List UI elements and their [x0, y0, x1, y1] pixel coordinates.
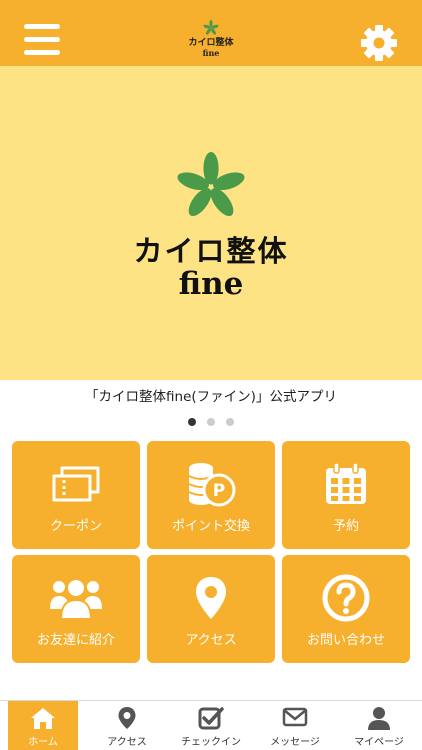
tile-refer-friend[interactable]: お友達に紹介 — [12, 555, 140, 663]
tab-message[interactable]: メッセージ — [260, 701, 330, 750]
header-logo-subtitle: fine — [202, 48, 220, 58]
tile-reservation-label: 予約 — [332, 519, 359, 534]
carousel-dot-3[interactable] — [226, 418, 235, 426]
ticket-icon — [12, 457, 140, 511]
tab-checkin-label: チェックイン — [181, 737, 241, 748]
app-caption: 「カイロ整体fine(ファイン)」公式アプリ — [85, 389, 337, 405]
leaf-logo-icon — [177, 152, 245, 217]
person-icon — [344, 701, 414, 733]
hamburger-menu-icon[interactable] — [24, 24, 60, 56]
question-icon — [282, 571, 410, 625]
tab-home-label: ホーム — [28, 737, 58, 748]
hero-title: カイロ整体 — [133, 234, 289, 268]
tile-contact[interactable]: お問い合わせ — [282, 555, 410, 663]
tile-points[interactable]: P ポイント交換 — [147, 441, 275, 549]
calendar-icon — [282, 457, 410, 511]
carousel-dots[interactable] — [0, 411, 422, 430]
map-pin-icon — [92, 701, 162, 733]
tab-message-label: メッセージ — [270, 737, 320, 748]
svg-text:P: P — [213, 481, 225, 501]
coins-icon: P — [147, 457, 275, 511]
leaf-logo-icon — [203, 20, 219, 35]
tab-mypage[interactable]: マイページ — [344, 701, 414, 750]
carousel-dot-2[interactable] — [207, 418, 215, 426]
tab-home[interactable]: ホーム — [8, 701, 78, 750]
home-icon — [8, 701, 78, 733]
app-header: カイロ整体 fine — [0, 0, 422, 66]
carousel-dot-1[interactable] — [187, 418, 196, 426]
map-pin-icon — [147, 571, 275, 625]
tile-refer-friend-label: お友達に紹介 — [36, 633, 115, 648]
hero-banner[interactable]: カイロ整体 fine — [0, 66, 422, 380]
checkbox-icon — [176, 701, 246, 733]
tab-checkin[interactable]: チェックイン — [176, 701, 246, 750]
tab-mypage-label: マイページ — [354, 737, 404, 748]
bottom-tab-bar: ホーム アクセス チェックイン メッセージ マイページ — [0, 700, 422, 750]
tab-access[interactable]: アクセス — [92, 701, 162, 750]
tile-points-label: ポイント交換 — [171, 519, 250, 534]
tab-access-label: アクセス — [107, 737, 147, 748]
tile-access-label: アクセス — [185, 633, 237, 648]
menu-grid: クーポン P ポイント交換 予約 お友達に紹介 アクセス お問い合わせ — [12, 441, 410, 663]
envelope-icon — [260, 701, 330, 733]
tile-reservation[interactable]: 予約 — [282, 441, 410, 549]
header-logo: カイロ整体 fine — [186, 20, 236, 64]
gear-icon[interactable] — [360, 24, 398, 62]
users-icon — [12, 571, 140, 625]
tile-coupon[interactable]: クーポン — [12, 441, 140, 549]
hero-subtitle: fine — [178, 266, 244, 302]
tile-coupon-label: クーポン — [49, 519, 102, 534]
tile-access[interactable]: アクセス — [147, 555, 275, 663]
tile-contact-label: お問い合わせ — [306, 633, 385, 648]
